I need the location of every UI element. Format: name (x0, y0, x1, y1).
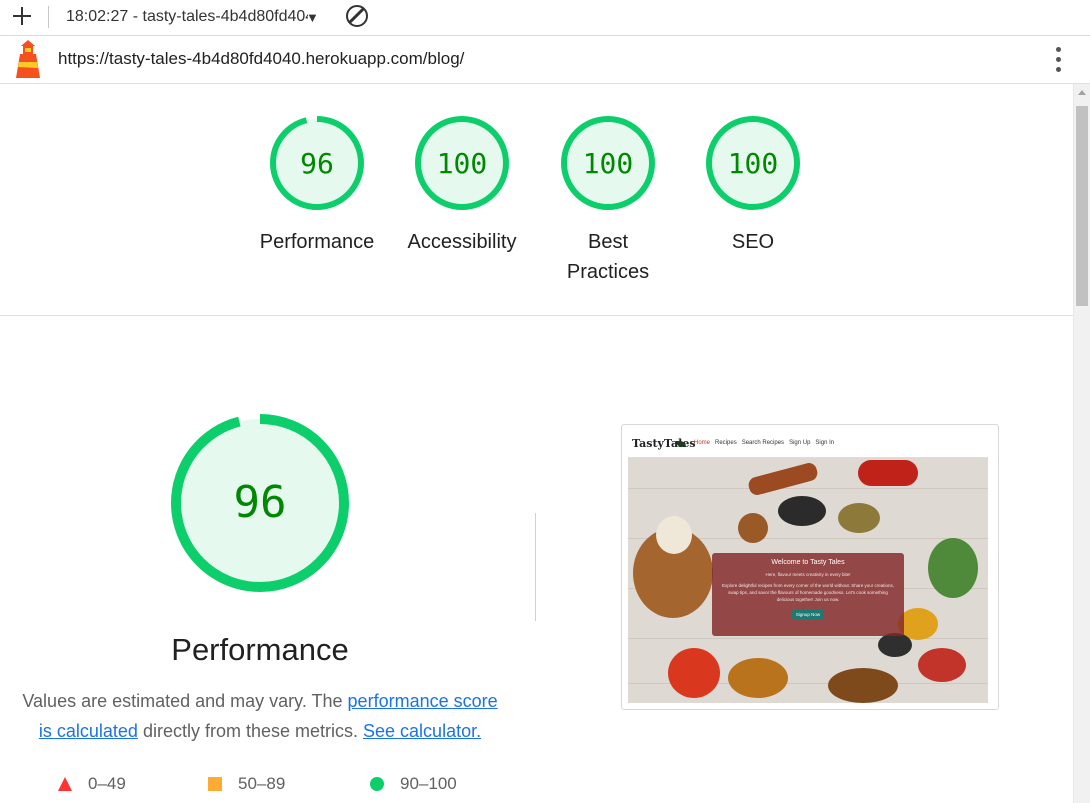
gauge-ring: 100 (706, 116, 800, 210)
screenshot-image: TastyTales Home Recipes Search Recipes Sign… (628, 431, 988, 703)
thumb-navbar: TastyTales Home Recipes Search Recipes Sign… (628, 431, 988, 458)
gauge-best-practices[interactable]: 100 Best Practices (543, 113, 673, 287)
circle-icon (370, 777, 384, 791)
thumb-nav-recipes: Recipes (715, 440, 737, 446)
gauge-score: 100 (583, 147, 634, 180)
kebab-menu-icon[interactable] (1047, 47, 1069, 75)
gauge-accessibility[interactable]: 100 Accessibility (397, 113, 527, 257)
score-gauges: 96 Performance 100 Accessibility 100 Bes… (0, 113, 1073, 293)
gauge-score: 100 (728, 147, 779, 180)
desc-prefix: Values are estimated and may vary. The (22, 691, 348, 711)
desc-middle: directly from these metrics. (137, 721, 364, 741)
report-selector[interactable]: 18:02:27 - tasty-tales-4b4d80fd4040.hero… (58, 4, 326, 30)
performance-big-score: 96 (234, 477, 287, 528)
performance-title: Performance (171, 632, 349, 667)
lighthouse-logo-icon (16, 40, 40, 78)
gauge-label: Accessibility (407, 231, 517, 253)
gauge-performance[interactable]: 96 Performance (252, 113, 382, 257)
gauge-seo[interactable]: 100 SEO (688, 113, 818, 257)
gauge-ring: 96 (270, 116, 364, 210)
report-toolbar: 18:02:27 - tasty-tales-4b4d80fd4040.hero… (0, 0, 1090, 36)
legend-pass: 90–100 (370, 774, 457, 794)
final-screenshot[interactable]: TastyTales Home Recipes Search Recipes Sign… (621, 424, 999, 710)
section-divider (0, 315, 1073, 316)
thumb-hero-image: Welcome to Tasty Tales Here, flavour mee… (628, 458, 988, 703)
thumb-signup-button: Signup Now (791, 610, 825, 619)
legend-average: 50–89 (208, 774, 285, 794)
thumb-card-title: Welcome to Tasty Tales (771, 559, 845, 566)
gauge-score: 96 (300, 147, 334, 180)
thumb-nav-signin: Sign In (815, 440, 835, 446)
report-title: 18:02:27 - tasty-tales-4b4d80fd4040.hero… (66, 8, 308, 25)
performance-description: Values are estimated and may vary. The p… (20, 686, 500, 746)
gauge-label: SEO (731, 231, 775, 253)
block-icon[interactable] (346, 5, 368, 27)
report-url-bar: https://tasty-tales-4b4d80fd4040.herokua… (0, 37, 1090, 84)
scroll-up-arrow-icon[interactable] (1078, 90, 1086, 95)
gauge-label: Performance (259, 231, 375, 253)
scroll-thumb[interactable] (1076, 106, 1088, 306)
legend-range: 50–89 (238, 774, 286, 793)
thumb-brand: TastyTales (632, 437, 696, 450)
legend-fail: 0–49 (58, 774, 126, 794)
gauge-ring: 100 (415, 116, 509, 210)
score-legend: 0–49 50–89 90–100 (0, 774, 520, 798)
toolbar-separator (48, 6, 49, 28)
caret-down-icon: ▼ (306, 9, 319, 25)
legend-range: 0–49 (88, 774, 126, 793)
page-url[interactable]: https://tasty-tales-4b4d80fd4040.herokua… (58, 49, 464, 69)
gauge-ring: 100 (561, 116, 655, 210)
thumb-nav-signup: Sign Up (789, 440, 811, 446)
legend-range: 90–100 (400, 774, 457, 793)
thumb-card-body: Explore delightful recipes from every co… (721, 583, 895, 602)
triangle-icon (58, 777, 72, 791)
thumb-welcome-card: Welcome to Tasty Tales Here, flavour mee… (712, 553, 904, 636)
gauge-label: Best Practices (566, 231, 650, 283)
square-icon (208, 777, 222, 791)
see-calculator-link[interactable]: See calculator. (363, 721, 481, 741)
thumb-nav-items: Home Recipes Search Recipes Sign Up Sign In (694, 440, 839, 446)
vertical-divider (535, 513, 536, 621)
thumb-nav-home: Home (694, 440, 711, 446)
thumb-nav-search: Search Recipes (741, 440, 785, 446)
thumb-card-subtitle: Here, flavour meets creativity in every … (765, 572, 851, 577)
vertical-scrollbar[interactable] (1073, 84, 1090, 803)
performance-big-gauge: 96 (171, 414, 349, 592)
gauge-score: 100 (437, 147, 488, 180)
plus-icon[interactable] (10, 4, 34, 28)
